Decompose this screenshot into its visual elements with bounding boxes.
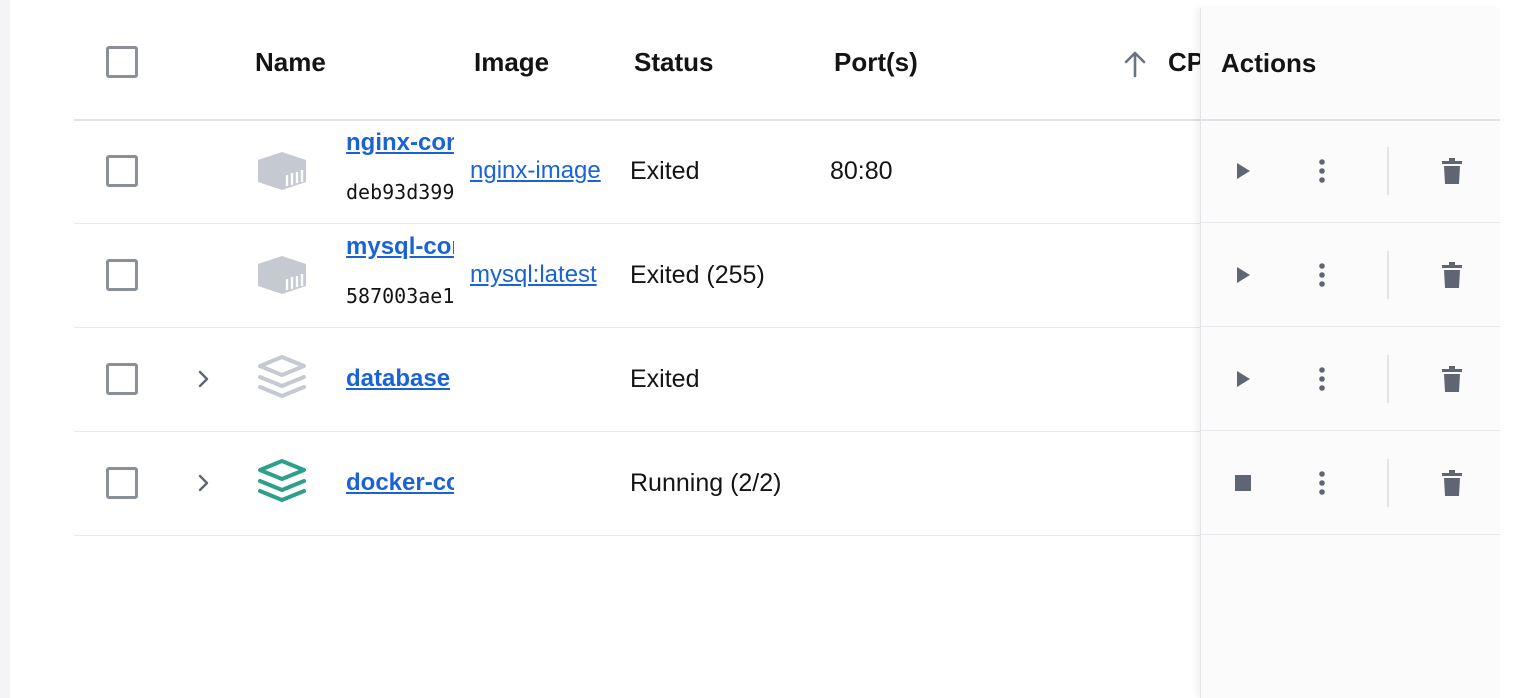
row-checkbox[interactable] — [106, 363, 138, 395]
actions-row-divider — [1201, 222, 1501, 223]
sort-ascending-icon[interactable] — [1122, 50, 1148, 83]
port-mapping[interactable]: 80:80 — [830, 157, 893, 186]
column-header-cpu[interactable]: CPU — [1168, 47, 1200, 78]
actions-row-divider — [1201, 534, 1501, 535]
actions-row-divider — [1201, 326, 1501, 327]
status-text: Exited — [630, 157, 700, 185]
start-button[interactable] — [1223, 151, 1263, 191]
column-header-actions: Actions — [1221, 48, 1317, 78]
column-header-name[interactable]: Name — [255, 47, 326, 78]
more-options-button[interactable] — [1302, 255, 1342, 295]
start-button[interactable] — [1223, 255, 1263, 295]
chevron-right-icon[interactable] — [184, 359, 224, 399]
delete-button[interactable] — [1432, 255, 1472, 295]
container-id: deb93d3992 — [346, 180, 454, 204]
actions-divider — [1387, 459, 1389, 507]
actions-divider — [1387, 355, 1389, 403]
row-checkbox[interactable] — [106, 259, 138, 291]
actions-column: Actions — [1200, 8, 1501, 698]
image-link[interactable]: nginx-image — [470, 157, 614, 185]
stack-name-link[interactable]: docker-compose — [346, 469, 454, 497]
stack-name-link[interactable]: database — [346, 365, 454, 393]
start-button[interactable] — [1223, 359, 1263, 399]
container-name-link[interactable]: nginx-container — [346, 129, 454, 157]
status-text: Exited — [630, 365, 700, 393]
actions-row-divider — [1201, 430, 1501, 431]
stack-icon — [256, 353, 308, 406]
image-link[interactable]: mysql:latest — [470, 261, 614, 289]
delete-button[interactable] — [1432, 359, 1472, 399]
chevron-right-icon[interactable] — [184, 463, 224, 503]
column-header-status[interactable]: Status — [634, 47, 713, 78]
actions-divider — [1387, 251, 1389, 299]
column-header-image[interactable]: Image — [474, 47, 549, 78]
status-text: Running (2/2) — [630, 469, 782, 497]
delete-button[interactable] — [1432, 151, 1472, 191]
actions-divider — [1387, 147, 1389, 195]
delete-button[interactable] — [1432, 463, 1472, 503]
row-checkbox[interactable] — [106, 467, 138, 499]
stack-icon — [256, 457, 308, 510]
more-options-button[interactable] — [1302, 463, 1342, 503]
stop-button[interactable] — [1223, 463, 1263, 503]
row-checkbox[interactable] — [106, 155, 138, 187]
container-name-link[interactable]: mysql-container — [346, 233, 454, 261]
container-icon — [256, 148, 308, 199]
left-gutter — [0, 0, 10, 698]
column-header-ports[interactable]: Port(s) — [834, 47, 918, 78]
actions-header-divider — [1201, 119, 1501, 121]
container-id: 587003ae1f — [346, 284, 454, 308]
more-options-button[interactable] — [1302, 359, 1342, 399]
more-options-button[interactable] — [1302, 151, 1342, 191]
right-gutter — [1500, 0, 1530, 698]
container-icon — [256, 252, 308, 303]
status-text: Exited (255) — [630, 261, 765, 289]
select-all-checkbox[interactable] — [106, 46, 138, 78]
